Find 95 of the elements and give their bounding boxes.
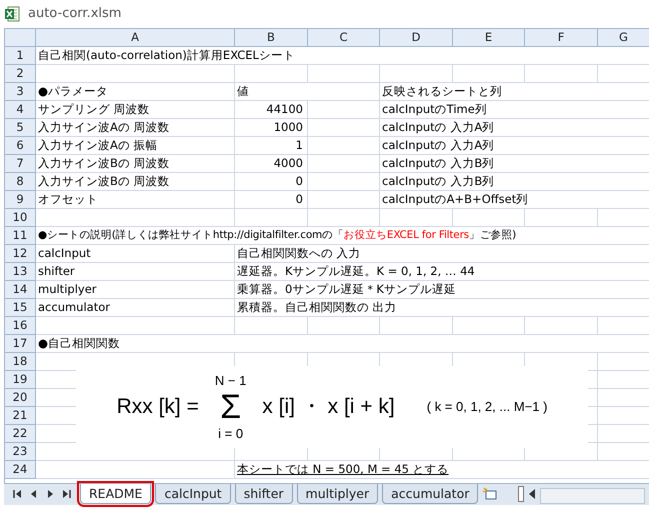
- spreadsheet-file-icon: [4, 6, 20, 22]
- cell-text: calcInputのA+B+Offset列: [380, 191, 649, 209]
- scrollbar-track[interactable]: [540, 488, 645, 504]
- column-header[interactable]: D: [380, 29, 453, 47]
- row-header[interactable]: 8: [5, 173, 36, 191]
- cell-text: 反映されるシートと列: [380, 83, 649, 101]
- column-header[interactable]: G: [598, 29, 649, 47]
- row-header[interactable]: 3: [5, 83, 36, 101]
- column-header[interactable]: C: [308, 29, 380, 47]
- cell-text: multiplyer: [36, 281, 235, 299]
- cell-text: オフセット: [36, 191, 235, 209]
- row-header[interactable]: 24: [5, 461, 36, 479]
- cell-text: 自己相関(auto-correlation)計算用EXCELシート: [36, 47, 649, 65]
- cell-text: 自己相関関数への 入力: [235, 245, 649, 263]
- empty-cell: [453, 317, 525, 335]
- empty-cell: [453, 65, 525, 83]
- cell-text: calcInputの 入力B列: [380, 173, 649, 191]
- cell-text: 1: [235, 137, 308, 155]
- formula-text: x [i] ・ x [i + k]: [262, 394, 395, 420]
- row-header[interactable]: 9: [5, 191, 36, 209]
- row-header[interactable]: 15: [5, 299, 36, 317]
- cell-text: 値: [235, 83, 380, 101]
- row-header[interactable]: 18: [5, 353, 36, 371]
- sheet-tab[interactable]: accumulator: [382, 484, 478, 504]
- cell-text: ●パラメータ: [36, 83, 235, 101]
- row-header[interactable]: 21: [5, 407, 36, 425]
- cell-text: 本シートでは N = 500, M = 45 とする: [237, 462, 449, 476]
- empty-cell: [308, 317, 380, 335]
- formula-text: i = 0: [218, 425, 244, 443]
- row-header[interactable]: 5: [5, 119, 36, 137]
- column-header[interactable]: B: [235, 29, 308, 47]
- sheet-tab[interactable]: calcInput: [155, 484, 231, 504]
- row-header[interactable]: 16: [5, 317, 36, 335]
- empty-cell: [308, 209, 380, 227]
- row-header[interactable]: 7: [5, 155, 36, 173]
- column-header[interactable]: F: [525, 29, 598, 47]
- split-handle-icon[interactable]: [518, 486, 524, 502]
- row-header[interactable]: 10: [5, 209, 36, 227]
- empty-cell: [308, 137, 380, 155]
- row-header[interactable]: 12: [5, 245, 36, 263]
- row-header[interactable]: 22: [5, 425, 36, 443]
- window-title: auto-corr.xlsm: [28, 5, 122, 24]
- cell-text: 乗算器。0サンプル遅延＊Kサンプル遅延: [235, 281, 649, 299]
- formula-text: Rxx [k] =: [116, 394, 199, 420]
- empty-cell: [308, 101, 380, 119]
- row-header[interactable]: 17: [5, 335, 36, 353]
- last-sheet-icon[interactable]: [60, 488, 72, 500]
- cell-text: 入力サイン波Aの 周波数: [36, 119, 235, 137]
- formula-text: ( k = 0, 1, 2, ... M−1 ): [426, 398, 548, 416]
- row-header[interactable]: 23: [5, 443, 36, 461]
- sheet-tab[interactable]: shifter: [234, 484, 293, 504]
- empty-cell: [308, 191, 380, 209]
- empty-cell: [308, 119, 380, 137]
- cell-text: 1000: [235, 119, 308, 137]
- first-sheet-icon[interactable]: [12, 488, 24, 500]
- column-header[interactable]: E: [453, 29, 525, 47]
- cell-text: accumulator: [36, 299, 235, 317]
- column-header[interactable]: A: [36, 29, 235, 47]
- cell-text: calcInput: [36, 245, 235, 263]
- cell-text: 入力サイン波Bの 周波数: [36, 155, 235, 173]
- cell-text: calcInputのTime列: [380, 101, 649, 119]
- row-header[interactable]: 13: [5, 263, 36, 281]
- empty-cell: [453, 209, 525, 227]
- scroll-left-icon[interactable]: [528, 489, 536, 499]
- empty-cell: [308, 155, 380, 173]
- cell-text: calcInputの 入力A列: [380, 137, 649, 155]
- sigma-symbol: Σ: [220, 390, 242, 424]
- row-header[interactable]: 19: [5, 371, 36, 389]
- cell-text: 4000: [235, 155, 308, 173]
- cell-text: サンプリング 周波数: [36, 101, 235, 119]
- formula-text: N − 1: [214, 372, 246, 390]
- row-header[interactable]: 1: [5, 47, 36, 65]
- row-header[interactable]: 20: [5, 389, 36, 407]
- row-header[interactable]: 14: [5, 281, 36, 299]
- cell-text: calcInputの 入力B列: [380, 155, 649, 173]
- row-header[interactable]: 4: [5, 101, 36, 119]
- cell-text: 44100: [235, 101, 308, 119]
- cell-text: calcInputの 入力A列: [380, 119, 649, 137]
- row-header[interactable]: 2: [5, 65, 36, 83]
- insert-sheet-icon[interactable]: [482, 487, 498, 501]
- cell-text: 入力サイン波Bの 周波数: [36, 173, 235, 191]
- sheet-tab[interactable]: README: [80, 484, 152, 504]
- cell-text: 累積器。自己相関関数の 出力: [235, 299, 649, 317]
- sheet-tab[interactable]: multiplyer: [296, 484, 378, 504]
- cell-text: shifter: [36, 263, 235, 281]
- cell-text: ●自己相関関数: [36, 335, 649, 353]
- row-header[interactable]: 6: [5, 137, 36, 155]
- empty-cell: [308, 65, 380, 83]
- empty-cell: [308, 173, 380, 191]
- cell-text: 入力サイン波Aの 振幅: [36, 137, 235, 155]
- cell-text: 0: [235, 173, 308, 191]
- cell-text: ●シートの説明(詳しくは弊社サイトhttp://digitalfilter.comの「お役立ちEXCEL for Filters」ご参照): [36, 227, 649, 245]
- cell-text: 0: [235, 191, 308, 209]
- cell-text: 遅延器。Kサンプル遅延。K = 0, 1, 2, … 44: [235, 263, 649, 281]
- row-header[interactable]: 11: [5, 227, 36, 245]
